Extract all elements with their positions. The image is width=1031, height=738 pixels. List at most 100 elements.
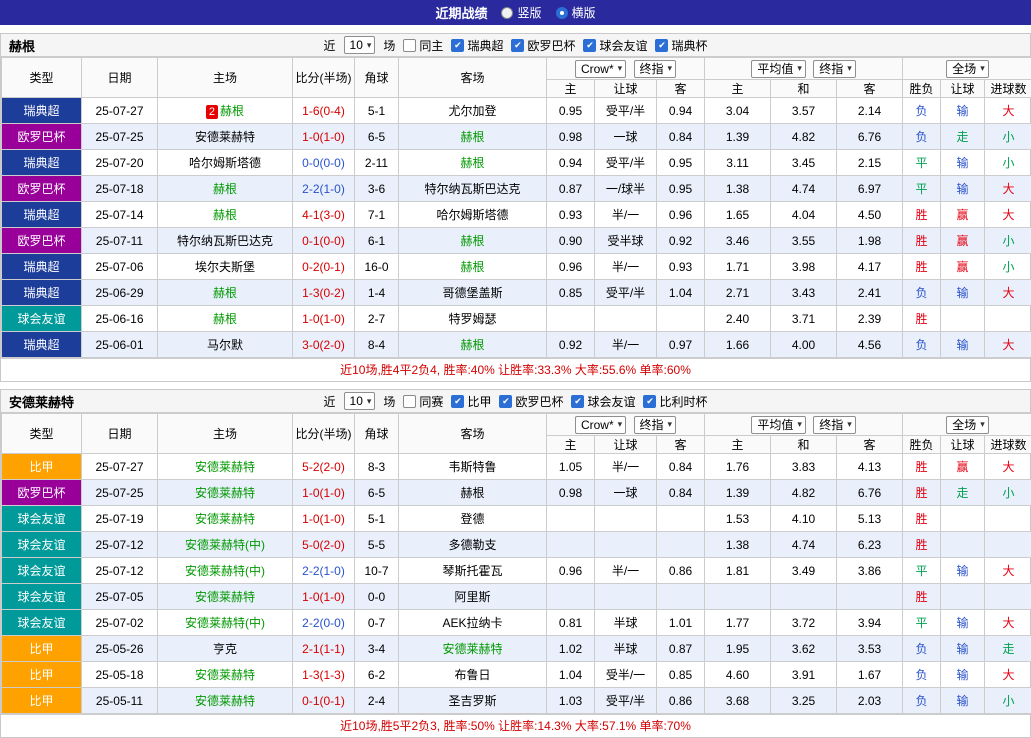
match-count-select[interactable]: 10▾: [344, 36, 376, 54]
score-cell[interactable]: 4-1(3-0): [293, 202, 355, 228]
league-filter-label: 瑞典杯: [671, 37, 707, 54]
avg-away-cell: 2.14: [837, 98, 903, 124]
layout-option-horizontal[interactable]: 横版: [556, 4, 596, 21]
score-cell[interactable]: 1-0(1-0): [293, 506, 355, 532]
away-team[interactable]: 哈尔姆斯塔德: [436, 208, 508, 222]
home-team[interactable]: 安德莱赫特(中): [185, 616, 265, 630]
away-team[interactable]: 韦斯特鲁: [448, 460, 496, 474]
score-cell[interactable]: 1-0(1-0): [293, 584, 355, 610]
match-row: 球会友谊 25-07-19 安德莱赫特 1-0(1-0) 5-1 登德 1.53…: [2, 506, 1031, 532]
score-cell[interactable]: 1-6(0-4): [293, 98, 355, 124]
away-team[interactable]: 特罗姆瑟: [448, 312, 496, 326]
away-team[interactable]: 赫根: [460, 338, 484, 352]
away-team[interactable]: 登德: [460, 512, 484, 526]
layout-option-label: 横版: [572, 4, 596, 21]
league-filter-checkbox[interactable]: 比利时杯: [643, 393, 707, 410]
home-team[interactable]: 赫根: [213, 182, 237, 196]
avg-draw-cell: 3.45: [771, 150, 837, 176]
avg-selects-cell: 平均值▾ 终指▾: [705, 58, 903, 80]
same-filter-checkbox[interactable]: 同主: [403, 37, 443, 54]
odds-stage-select[interactable]: 终指▾: [634, 60, 677, 78]
away-team[interactable]: 阿里斯: [454, 590, 490, 604]
score-cell[interactable]: 0-2(0-1): [293, 254, 355, 280]
score-cell[interactable]: 2-2(1-0): [293, 558, 355, 584]
match-row: 欧罗巴杯 25-07-25 安德莱赫特 1-0(1-0) 6-5 赫根 0.98…: [2, 480, 1031, 506]
score-cell[interactable]: 0-1(0-0): [293, 228, 355, 254]
home-team[interactable]: 哈尔姆斯塔德: [189, 156, 261, 170]
score-cell[interactable]: 2-1(1-1): [293, 636, 355, 662]
scope-select[interactable]: 全场▾: [946, 416, 989, 434]
score-cell[interactable]: 2-2(1-0): [293, 176, 355, 202]
league-filter-checkbox[interactable]: 球会友谊: [583, 37, 647, 54]
away-team[interactable]: 赫根: [460, 260, 484, 274]
score-cell[interactable]: 0-1(0-1): [293, 688, 355, 714]
score-cell[interactable]: 0-0(0-0): [293, 150, 355, 176]
score-cell[interactable]: 3-0(2-0): [293, 332, 355, 358]
league-filter-checkbox[interactable]: 瑞典杯: [655, 37, 707, 54]
away-cell: 赫根: [399, 480, 547, 506]
match-count-select[interactable]: 10▾: [344, 392, 376, 410]
away-team[interactable]: 哥德堡盖斯: [442, 286, 502, 300]
col-header-avg-draw: 和: [771, 80, 837, 98]
avg-stage-select[interactable]: 终指▾: [813, 60, 856, 78]
away-team[interactable]: 赫根: [460, 234, 484, 248]
avg-home-cell: 1.71: [705, 254, 771, 280]
away-team[interactable]: 安德莱赫特: [442, 642, 502, 656]
col-header-date: 日期: [82, 414, 158, 454]
home-team[interactable]: 安德莱赫特: [195, 668, 255, 682]
home-team[interactable]: 安德莱赫特: [195, 486, 255, 500]
home-team[interactable]: 赫根: [213, 312, 237, 326]
avg-stage-select[interactable]: 终指▾: [813, 416, 856, 434]
away-team[interactable]: 赫根: [460, 156, 484, 170]
score-cell[interactable]: 2-2(0-0): [293, 610, 355, 636]
away-team[interactable]: 琴斯托霍瓦: [442, 564, 502, 578]
col-header-odds-home: 主: [547, 80, 595, 98]
league-filter-checkbox[interactable]: 比甲: [451, 393, 491, 410]
avg-type-select[interactable]: 平均值▾: [751, 416, 806, 434]
away-team[interactable]: 赫根: [460, 486, 484, 500]
home-team[interactable]: 赫根: [213, 208, 237, 222]
odds-company-select[interactable]: Crow*▾: [575, 416, 626, 434]
home-team[interactable]: 安德莱赫特: [195, 512, 255, 526]
home-team[interactable]: 赫根: [213, 286, 237, 300]
score-cell[interactable]: 5-0(2-0): [293, 532, 355, 558]
home-team[interactable]: 安德莱赫特: [195, 694, 255, 708]
away-team[interactable]: 赫根: [460, 130, 484, 144]
odds-stage-select[interactable]: 终指▾: [634, 416, 677, 434]
home-team[interactable]: 马尔默: [207, 338, 243, 352]
league-filter-checkbox[interactable]: 欧罗巴杯: [511, 37, 575, 54]
score-cell[interactable]: 5-2(2-0): [293, 454, 355, 480]
layout-option-vertical[interactable]: 竖版: [501, 4, 541, 21]
home-team[interactable]: 安德莱赫特: [195, 460, 255, 474]
away-team[interactable]: 多德勒支: [448, 538, 496, 552]
league-filter-checkbox[interactable]: 欧罗巴杯: [499, 393, 563, 410]
home-team[interactable]: 安德莱赫特(中): [185, 564, 265, 578]
home-team[interactable]: 特尔纳瓦斯巴达克: [177, 234, 273, 248]
same-filter-checkbox[interactable]: 同赛: [403, 393, 443, 410]
score-cell[interactable]: 1-0(1-0): [293, 306, 355, 332]
home-team[interactable]: 安德莱赫特(中): [185, 538, 265, 552]
avg-type-select[interactable]: 平均值▾: [751, 60, 806, 78]
home-team[interactable]: 赫根: [220, 104, 244, 118]
away-team[interactable]: 特尔纳瓦斯巴达克: [424, 182, 520, 196]
score-cell[interactable]: 1-0(1-0): [293, 124, 355, 150]
home-team[interactable]: 安德莱赫特: [195, 130, 255, 144]
home-team[interactable]: 埃尔夫斯堡: [195, 260, 255, 274]
away-cell: 登德: [399, 506, 547, 532]
league-filter-checkbox[interactable]: 球会友谊: [571, 393, 635, 410]
away-team[interactable]: AEK拉纳卡: [442, 616, 502, 630]
match-row: 比甲 25-05-11 安德莱赫特 0-1(0-1) 2-4 圣吉罗斯 1.03…: [2, 688, 1031, 714]
score-cell[interactable]: 1-3(0-2): [293, 280, 355, 306]
home-team[interactable]: 安德莱赫特: [195, 590, 255, 604]
scope-select[interactable]: 全场▾: [946, 60, 989, 78]
score-cell[interactable]: 1-3(1-3): [293, 662, 355, 688]
home-team[interactable]: 亨克: [213, 642, 237, 656]
away-team[interactable]: 圣吉罗斯: [448, 694, 496, 708]
match-row: 球会友谊 25-06-16 赫根 1-0(1-0) 2-7 特罗姆瑟 2.40 …: [2, 306, 1031, 332]
score-cell[interactable]: 1-0(1-0): [293, 480, 355, 506]
away-team[interactable]: 布鲁日: [454, 668, 490, 682]
odds-company-select[interactable]: Crow*▾: [575, 60, 626, 78]
odds-away-cell: [657, 532, 705, 558]
away-team[interactable]: 尤尔加登: [448, 104, 496, 118]
league-filter-checkbox[interactable]: 瑞典超: [451, 37, 503, 54]
